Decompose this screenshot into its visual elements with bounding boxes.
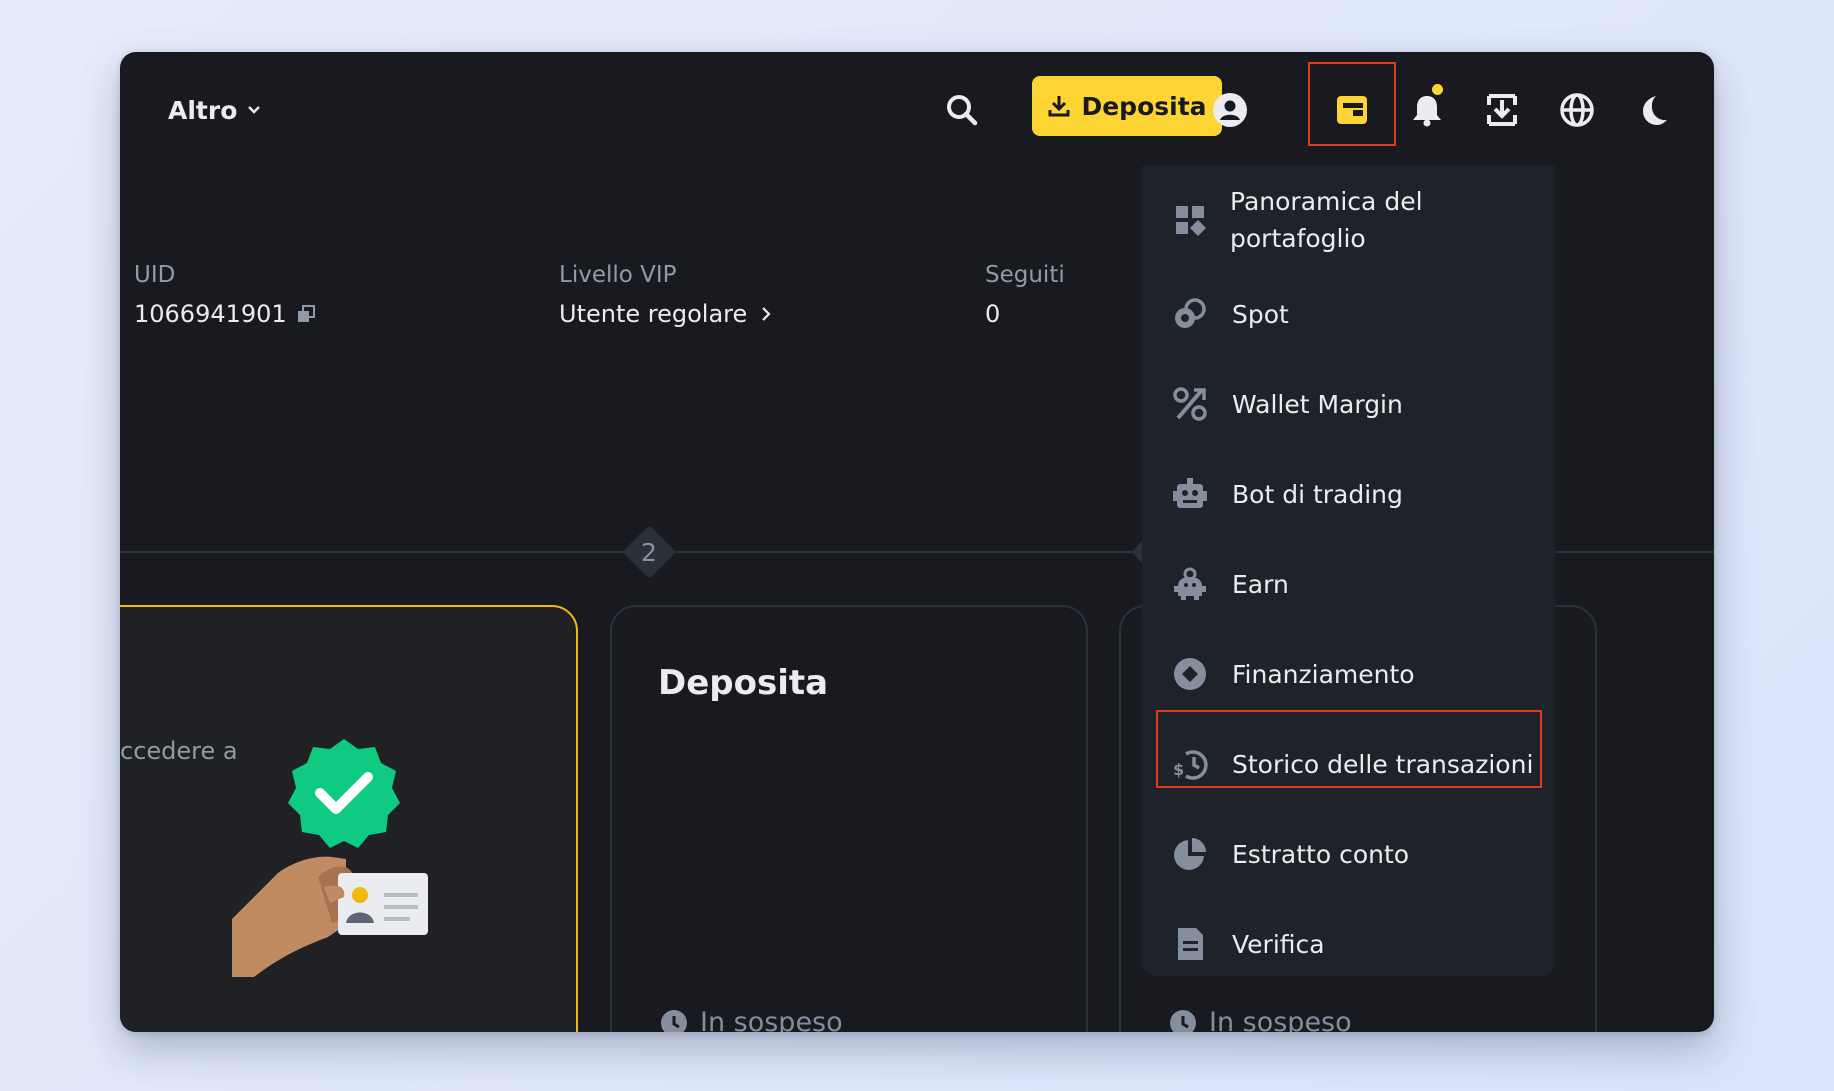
menu-item-label: Spot	[1232, 299, 1289, 329]
deposit-card-title: Deposita	[658, 663, 829, 703]
id-verification-illustration	[232, 739, 428, 977]
wallet-icon[interactable]	[1324, 82, 1380, 138]
menu-item-trading-bot[interactable]: Bot di trading	[1142, 454, 1555, 534]
menu-item-label: Estratto conto	[1232, 839, 1410, 869]
deposit-button[interactable]: Deposita	[1032, 76, 1222, 136]
vip-level-value: Utente regolare	[559, 300, 748, 328]
menu-item-label: Finanziamento	[1232, 659, 1415, 689]
wallet-dropdown-menu: Panoramica del portafoglio Spot Wallet M…	[1142, 166, 1555, 976]
deposit-pending-status: In sospeso	[660, 1007, 843, 1032]
menu-item-label: Bot di trading	[1232, 479, 1403, 509]
following-label: Seguiti	[985, 262, 1065, 288]
uid-label: UID	[134, 262, 176, 288]
step-2-number: 2	[641, 537, 657, 567]
more-menu[interactable]: Altro	[168, 92, 261, 128]
download-icon	[1048, 96, 1070, 117]
robot-icon	[1172, 476, 1208, 512]
margin-percent-icon	[1172, 386, 1208, 422]
verify-identity-card[interactable]: ccedere a	[120, 605, 578, 1032]
menu-item-earn[interactable]: Earn	[1142, 544, 1555, 624]
menu-item-verification[interactable]: Verifica	[1142, 904, 1555, 984]
menu-item-wallet-margin[interactable]: Wallet Margin	[1142, 364, 1555, 444]
spot-icon	[1172, 296, 1208, 332]
chevron-down-icon	[248, 106, 261, 114]
step-3-pending-status: In sospeso	[1169, 1007, 1352, 1032]
download-app-icon[interactable]	[1474, 82, 1530, 138]
uid-value: 1066941901	[134, 300, 315, 328]
user-profile-icon[interactable]	[1202, 82, 1258, 138]
notifications-bell-icon[interactable]	[1399, 82, 1455, 138]
following-value: 0	[985, 300, 1001, 328]
funding-icon	[1172, 656, 1208, 692]
menu-item-label: Wallet Margin	[1232, 389, 1403, 419]
deposit-button-label: Deposita	[1081, 91, 1207, 121]
notification-dot	[1432, 84, 1443, 95]
menu-item-label: Panoramica del portafoglio	[1230, 187, 1423, 253]
clock-icon	[661, 1009, 687, 1032]
menu-item-funding[interactable]: Finanziamento	[1142, 634, 1555, 714]
deposit-card[interactable]: Deposita In sospeso	[610, 605, 1088, 1032]
document-icon	[1172, 926, 1208, 962]
transaction-history-highlight	[1156, 710, 1542, 788]
more-menu-label: Altro	[168, 95, 238, 125]
vip-level-label: Livello VIP	[559, 262, 677, 288]
verify-card-text: ccedere a	[120, 737, 238, 765]
app-window: Altro Deposita UID 1066941901 Livello VI…	[120, 52, 1714, 1032]
menu-item-statement[interactable]: Estratto conto	[1142, 814, 1555, 894]
chevron-right-icon	[762, 307, 771, 321]
menu-item-label: Earn	[1232, 569, 1289, 599]
language-globe-icon[interactable]	[1549, 82, 1605, 138]
uid-number: 1066941901	[134, 300, 287, 328]
clock-icon	[1170, 1009, 1196, 1032]
dark-mode-moon-icon[interactable]	[1624, 82, 1680, 138]
pending-label: In sospeso	[1209, 1007, 1352, 1032]
vip-level-link[interactable]: Utente regolare	[559, 300, 775, 328]
pending-label: In sospeso	[700, 1007, 843, 1032]
dashboard-icon	[1172, 202, 1208, 238]
menu-item-label: Verifica	[1232, 929, 1325, 959]
search-icon[interactable]	[934, 82, 990, 138]
menu-item-wallet-overview[interactable]: Panoramica del portafoglio	[1142, 172, 1555, 268]
pie-chart-icon	[1172, 836, 1208, 872]
piggy-bank-icon	[1172, 566, 1208, 602]
menu-item-spot[interactable]: Spot	[1142, 274, 1555, 354]
copy-icon[interactable]	[297, 305, 315, 323]
